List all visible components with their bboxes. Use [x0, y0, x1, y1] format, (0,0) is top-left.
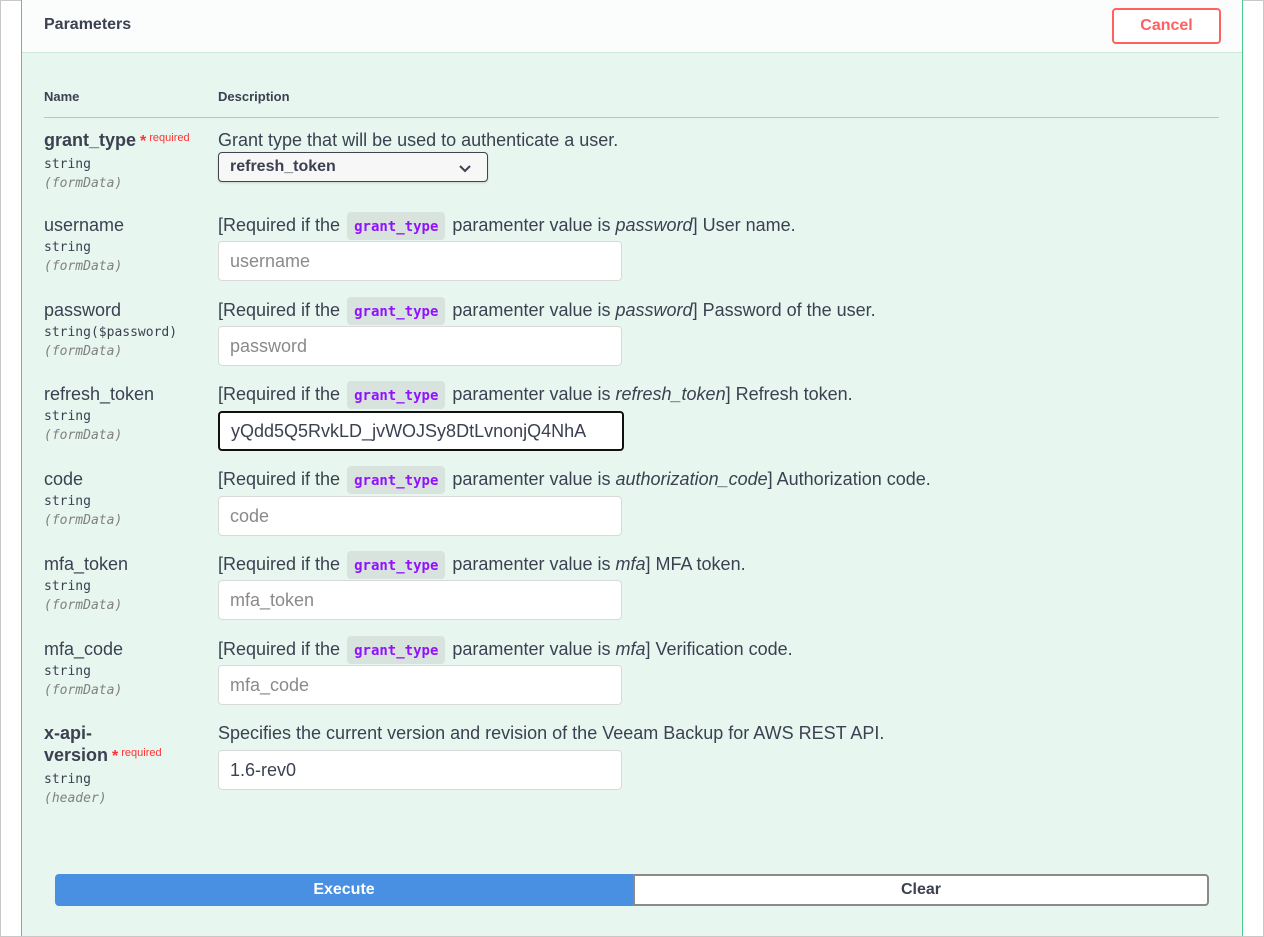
- desc-prefix: [Required if the: [218, 639, 341, 659]
- desc-middle: paramenter value is: [452, 554, 611, 574]
- param-type: string: [44, 579, 91, 594]
- username-input[interactable]: username: [218, 241, 622, 281]
- column-header-description: Description: [218, 89, 290, 104]
- desc-suffix: ] Verification code.: [645, 639, 793, 659]
- param-description: [Required if the grant_type paramenter v…: [218, 211, 796, 241]
- param-location: (formData): [44, 513, 123, 528]
- x-api-version-input[interactable]: 1.6-rev0: [218, 750, 622, 790]
- desc-suffix: ] MFA token.: [645, 554, 746, 574]
- desc-value: password: [615, 215, 693, 235]
- param-location: (formData): [44, 176, 123, 191]
- param-name: username: [44, 215, 125, 235]
- param-type: string: [44, 157, 91, 172]
- grant-type-code: grant_type: [347, 551, 446, 580]
- desc-prefix: [Required if the: [218, 384, 341, 404]
- param-description: Grant type that will be used to authenti…: [218, 130, 619, 150]
- param-name: grant_type: [44, 130, 137, 150]
- desc-suffix: ] User name.: [692, 215, 796, 235]
- grant-type-code: grant_type: [347, 297, 446, 326]
- desc-suffix: ] Refresh token.: [725, 384, 853, 404]
- param-location: (formData): [44, 259, 123, 274]
- grant-type-select[interactable]: refresh_token: [218, 152, 488, 182]
- param-code: code string (formData): [44, 468, 122, 528]
- desc-value: password: [615, 300, 693, 320]
- password-input[interactable]: password: [218, 326, 622, 366]
- param-name-line2: version: [44, 745, 109, 765]
- param-type: string: [44, 772, 91, 787]
- param-name: password: [44, 300, 122, 320]
- param-description: [Required if the grant_type paramenter v…: [218, 296, 876, 326]
- param-location: (formData): [44, 428, 123, 443]
- header-divider: [44, 117, 1219, 118]
- parameters-panel: Parameters Cancel Name Description grant…: [21, 0, 1243, 936]
- desc-value: mfa: [615, 554, 646, 574]
- required-star: *: [112, 748, 119, 765]
- param-name: mfa_token: [44, 554, 129, 574]
- desc-middle: paramenter value is: [452, 384, 611, 404]
- mfa-code-input[interactable]: mfa_code: [218, 665, 622, 705]
- param-name: refresh_token: [44, 384, 155, 404]
- required-label: required: [149, 132, 190, 144]
- param-x-api-version: x-api- version * required string (header): [44, 722, 162, 806]
- param-type: string($password): [44, 325, 178, 340]
- param-type: string: [44, 494, 91, 509]
- mfa-token-input[interactable]: mfa_token: [218, 580, 622, 620]
- desc-value: refresh_token: [615, 384, 726, 404]
- desc-prefix: [Required if the: [218, 215, 341, 235]
- grant-type-code: grant_type: [347, 381, 446, 410]
- desc-middle: paramenter value is: [452, 215, 611, 235]
- cancel-button[interactable]: Cancel: [1112, 8, 1221, 44]
- param-name-line1: x-api-: [44, 723, 93, 743]
- param-grant-type: grant_type * required string (formData): [44, 129, 190, 191]
- param-type: string: [44, 664, 91, 679]
- param-location: (formData): [44, 344, 123, 359]
- param-password: password string($password) (formData): [44, 299, 177, 359]
- grant-type-code: grant_type: [347, 636, 446, 665]
- param-username: username string (formData): [44, 214, 124, 274]
- clear-button[interactable]: Clear: [633, 874, 1209, 906]
- desc-middle: paramenter value is: [452, 639, 611, 659]
- param-refresh-token: refresh_token string (formData): [44, 383, 154, 443]
- grant-type-code: grant_type: [347, 212, 446, 241]
- param-type: string: [44, 409, 91, 424]
- param-mfa-code: mfa_code string (formData): [44, 638, 123, 698]
- desc-suffix: ] Password of the user.: [692, 300, 876, 320]
- select-value: refresh_token: [230, 158, 336, 175]
- column-header-name: Name: [44, 89, 80, 104]
- desc-value: authorization_code: [615, 469, 768, 489]
- param-location: (formData): [44, 598, 123, 613]
- desc-value: mfa: [615, 639, 646, 659]
- required-star: *: [140, 133, 147, 150]
- panel-title: Parameters: [44, 16, 132, 33]
- param-description: Specifies the current version and revisi…: [218, 723, 885, 743]
- param-description: [Required if the grant_type paramenter v…: [218, 635, 793, 665]
- param-mfa-token: mfa_token string (formData): [44, 553, 128, 613]
- desc-prefix: [Required if the: [218, 300, 341, 320]
- param-description: [Required if the grant_type paramenter v…: [218, 380, 853, 410]
- grant-type-code: grant_type: [347, 466, 446, 495]
- param-description: [Required if the grant_type paramenter v…: [218, 465, 931, 495]
- param-description: [Required if the grant_type paramenter v…: [218, 550, 746, 580]
- refresh-token-input[interactable]: yQdd5Q5RvkLD_jvWOJSy8DtLvnonjQ4NhA: [218, 411, 624, 451]
- desc-prefix: [Required if the: [218, 469, 341, 489]
- execute-button[interactable]: Execute: [55, 874, 633, 906]
- code-input[interactable]: code: [218, 496, 622, 536]
- desc-suffix: ] Authorization code.: [767, 469, 931, 489]
- desc-middle: paramenter value is: [452, 469, 611, 489]
- required-label: required: [121, 747, 162, 759]
- desc-prefix: [Required if the: [218, 554, 341, 574]
- desc-middle: paramenter value is: [452, 300, 611, 320]
- param-type: string: [44, 240, 91, 255]
- param-location: (header): [44, 791, 107, 806]
- chevron-down-icon: [459, 154, 471, 182]
- param-location: (formData): [44, 683, 123, 698]
- param-name: mfa_code: [44, 639, 124, 659]
- param-name: code: [44, 469, 84, 489]
- panel-header: Parameters Cancel: [22, 0, 1242, 53]
